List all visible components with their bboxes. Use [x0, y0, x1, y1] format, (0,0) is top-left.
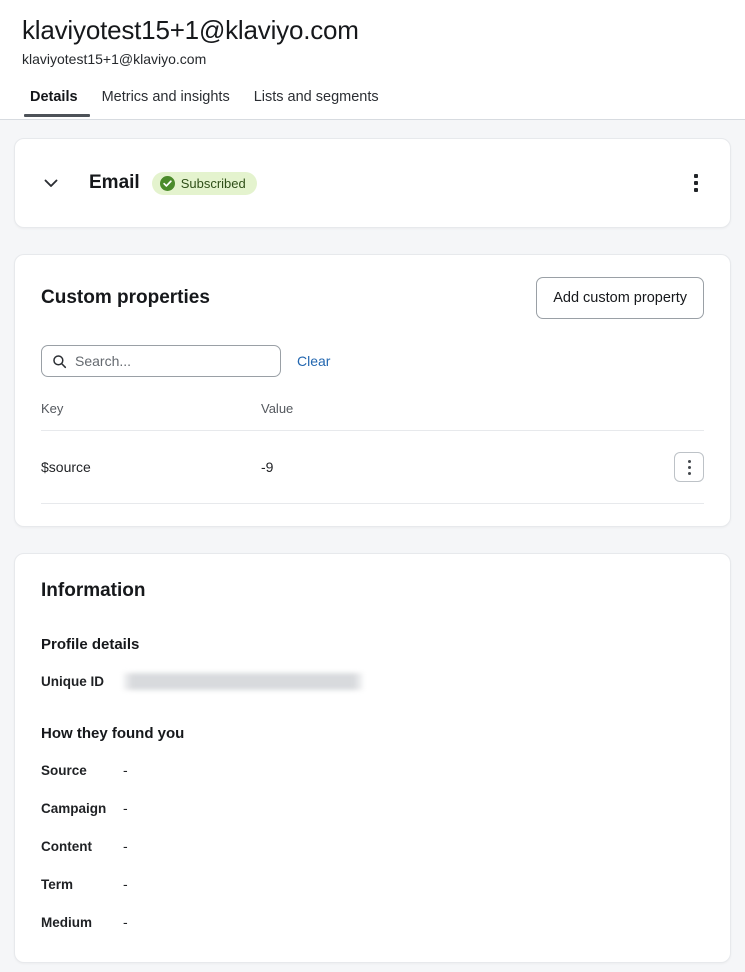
info-label: Term: [41, 877, 123, 892]
page-title: klaviyotest15+1@klaviyo.com: [0, 14, 745, 46]
info-label: Source: [41, 763, 123, 778]
kebab-dot: [688, 466, 691, 469]
search-input[interactable]: [75, 353, 270, 369]
table-header: Key Value: [41, 401, 704, 431]
search-icon: [52, 354, 67, 369]
info-row-campaign: Campaign -: [41, 798, 704, 818]
channel-name: Email: [89, 172, 140, 194]
kebab-menu-icon[interactable]: [682, 168, 710, 198]
email-channel-card: Email Subscribed: [14, 138, 731, 228]
tab-lists-and-segments[interactable]: Lists and segments: [242, 88, 391, 117]
custom-properties-card: Custom properties Add custom property Cl…: [14, 254, 731, 527]
table-body: $source -9: [41, 431, 704, 504]
column-header-value: Value: [261, 401, 654, 431]
kebab-dot: [694, 181, 698, 185]
info-value: -: [123, 762, 128, 778]
column-header-actions: [654, 401, 704, 431]
custom-properties-table: Key Value $source -9: [41, 401, 704, 504]
info-value: -: [123, 914, 128, 930]
info-row-source: Source -: [41, 760, 704, 780]
kebab-menu-icon[interactable]: [674, 452, 704, 482]
kebab-dot: [688, 460, 691, 463]
info-row-unique-id: Unique ID: [41, 671, 704, 691]
tab-bar: Details Metrics and insights Lists and s…: [0, 69, 745, 117]
status-badge-label: Subscribed: [181, 176, 246, 191]
clear-search-link[interactable]: Clear: [297, 353, 330, 369]
information-card: Information Profile details Unique ID Ho…: [14, 553, 731, 963]
table-row: $source -9: [41, 431, 704, 504]
info-label: Campaign: [41, 801, 123, 816]
info-row-medium: Medium -: [41, 912, 704, 932]
custom-properties-header: Custom properties Add custom property: [41, 277, 704, 319]
info-value: -: [123, 876, 128, 892]
kebab-dot: [694, 174, 698, 178]
kebab-dot: [694, 188, 698, 192]
search-box[interactable]: [41, 345, 281, 377]
info-label: Unique ID: [41, 674, 123, 689]
property-value: -9: [261, 431, 654, 504]
info-label: Medium: [41, 915, 123, 930]
check-circle-icon: [160, 176, 175, 191]
profile-details-heading: Profile details: [41, 636, 704, 653]
property-key: $source: [41, 431, 261, 504]
tab-details[interactable]: Details: [22, 88, 90, 117]
info-row-content: Content -: [41, 836, 704, 856]
chevron-down-icon[interactable]: [33, 165, 69, 201]
kebab-dot: [688, 472, 691, 475]
search-row: Clear: [41, 345, 704, 377]
page-subtitle: klaviyotest15+1@klaviyo.com: [0, 46, 745, 69]
info-row-term: Term -: [41, 874, 704, 894]
info-value: -: [123, 838, 128, 854]
how-they-found-you-heading: How they found you: [41, 725, 704, 742]
custom-properties-title: Custom properties: [41, 287, 210, 309]
tab-metrics-and-insights[interactable]: Metrics and insights: [90, 88, 242, 117]
unique-id-redacted-value: [123, 673, 363, 690]
information-title: Information: [41, 580, 704, 602]
info-value: -: [123, 800, 128, 816]
page-header: klaviyotest15+1@klaviyo.com klaviyotest1…: [0, 0, 745, 120]
status-badge: Subscribed: [152, 172, 257, 195]
info-label: Content: [41, 839, 123, 854]
column-header-key: Key: [41, 401, 261, 431]
main-content: Email Subscribed Custom properties Add c…: [0, 120, 745, 963]
add-custom-property-button[interactable]: Add custom property: [536, 277, 704, 319]
property-actions-cell: [654, 431, 704, 504]
table-header-row: Key Value: [41, 401, 704, 431]
